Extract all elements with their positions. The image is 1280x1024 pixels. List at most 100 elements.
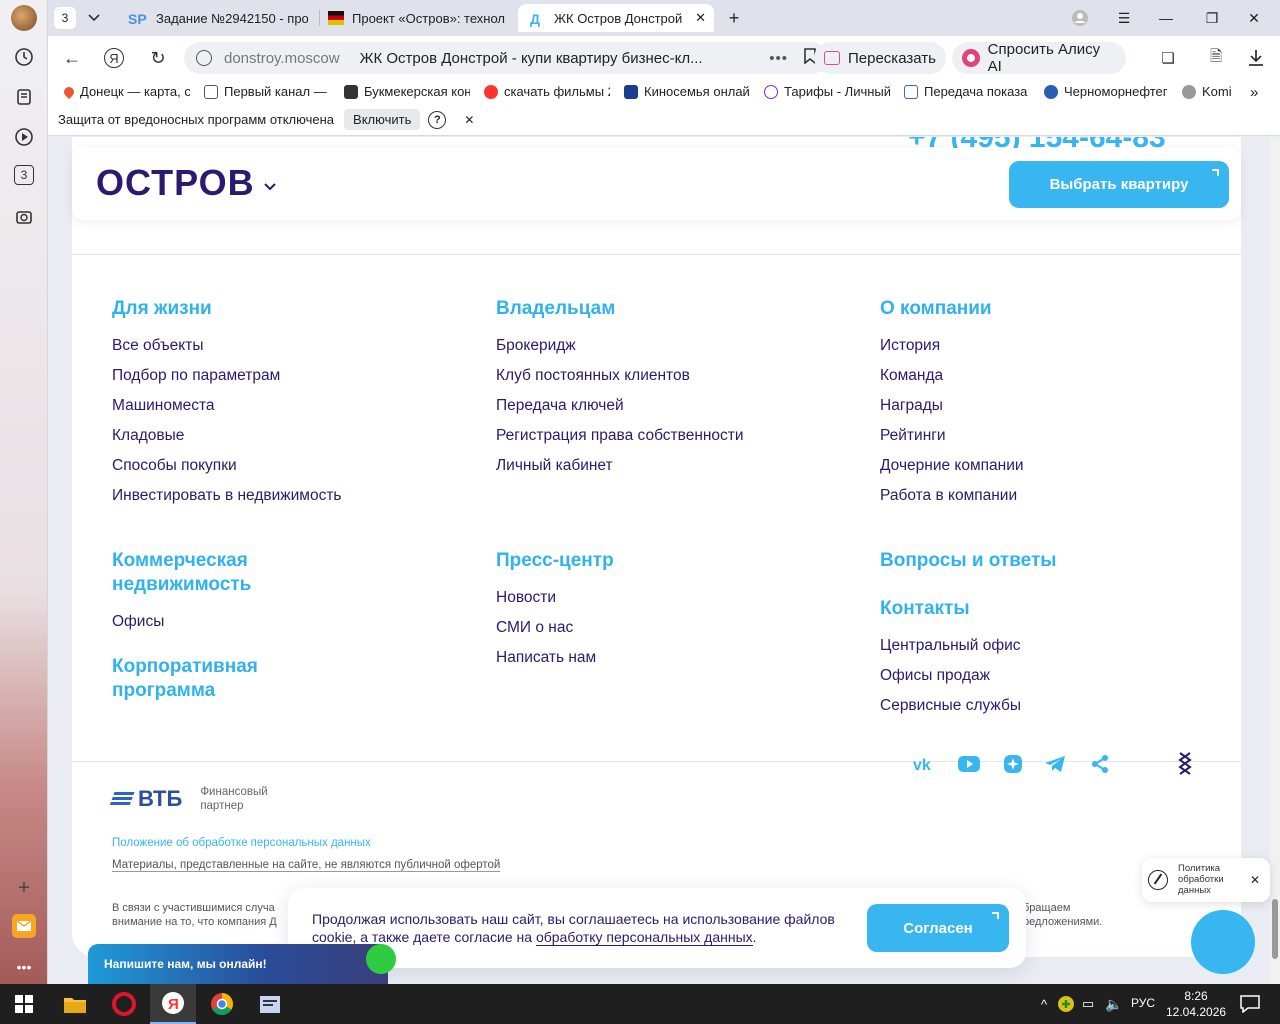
play-icon[interactable] xyxy=(12,125,36,149)
section-title[interactable]: Пресс-центр xyxy=(496,549,866,573)
footer-link[interactable]: Центральный офис xyxy=(880,631,1250,661)
add-panel-icon[interactable]: + xyxy=(12,876,36,900)
tab-task[interactable]: SP Задание №2942150 - про xyxy=(120,4,316,32)
footer-link[interactable]: Рейтинги xyxy=(880,421,1250,451)
profile-avatar[interactable] xyxy=(11,5,37,31)
choose-apartment-button[interactable]: Выбрать квартиру xyxy=(1009,161,1229,208)
reload-icon[interactable]: ↻ xyxy=(146,46,170,70)
scrollbar-thumb[interactable] xyxy=(1272,899,1278,959)
history-icon[interactable] xyxy=(12,45,36,69)
tabs-count-icon[interactable]: 3 xyxy=(14,165,34,185)
bookmark-4[interactable]: Киносемья онлай xyxy=(624,84,750,99)
notification-icon[interactable] xyxy=(1236,990,1264,1018)
windows-start-icon[interactable] xyxy=(10,990,38,1018)
footer-link[interactable]: История xyxy=(880,331,1250,361)
mail-icon[interactable] xyxy=(12,914,36,938)
tab-count-badge[interactable]: 3 xyxy=(54,7,76,29)
bookmark-2[interactable]: Букмекерская кон xyxy=(344,84,470,99)
disclaimer-link[interactable]: Материалы, представленные на сайте, не я… xyxy=(112,859,501,872)
footer-link[interactable]: Офисы xyxy=(112,607,482,637)
infobar-close-icon[interactable]: ✕ xyxy=(464,113,474,127)
footer-link[interactable]: Инвестировать в недвижимость xyxy=(112,481,482,511)
window-close-icon[interactable]: ✕ xyxy=(1244,8,1264,28)
chrome-icon[interactable] xyxy=(208,990,236,1018)
section-title[interactable]: Коммерческая недвижимость xyxy=(112,549,272,597)
dzen-icon[interactable] xyxy=(1000,751,1026,777)
app-icon[interactable] xyxy=(256,990,284,1018)
bookmark-7[interactable]: Черноморнефтег xyxy=(1044,84,1170,99)
footer-link[interactable]: Дочерние компании xyxy=(880,451,1250,481)
clock[interactable]: 8:26 12.04.2026 xyxy=(1166,988,1226,1020)
chevron-down-icon[interactable] xyxy=(84,8,104,28)
menu-icon[interactable]: ☰ xyxy=(1114,8,1134,28)
chevron-down-icon[interactable] xyxy=(264,178,276,196)
footer-link[interactable]: Команда xyxy=(880,361,1250,391)
footer-link[interactable]: Машиноместа xyxy=(112,391,482,421)
bookmark-8[interactable]: Komi xyxy=(1182,84,1252,99)
footer-link[interactable]: Брокеридж xyxy=(496,331,866,361)
footer-link[interactable]: Способы покупки xyxy=(112,451,482,481)
footer-link[interactable]: Офисы продаж xyxy=(880,661,1250,691)
account-icon[interactable] xyxy=(1070,8,1090,28)
footer-link[interactable]: Клуб постоянных клиентов xyxy=(496,361,866,391)
scrollbar[interactable] xyxy=(1270,137,1280,984)
network-icon[interactable]: ▭ xyxy=(1074,990,1102,1018)
vtb-partner[interactable]: ВТБ Финансовый партнер xyxy=(109,785,268,813)
footer-link[interactable]: Работа в компании xyxy=(880,481,1250,511)
enable-button[interactable]: Включить xyxy=(344,109,421,130)
donstroy-logo-icon[interactable] xyxy=(1172,751,1198,777)
site-info-icon[interactable] xyxy=(196,50,212,66)
screenshot-icon[interactable] xyxy=(12,205,36,229)
chat-circle-button[interactable] xyxy=(1191,910,1255,974)
footer-link[interactable]: Все объекты xyxy=(112,331,482,361)
footer-link[interactable]: Сервисные службы xyxy=(880,691,1250,721)
restore-icon[interactable]: ❐ xyxy=(1202,8,1222,28)
footer-link[interactable]: Награды xyxy=(880,391,1250,421)
agree-button[interactable]: Согласен xyxy=(867,904,1009,952)
new-tab-icon[interactable]: + xyxy=(724,8,744,28)
yandex-icon[interactable]: Я xyxy=(104,48,124,68)
telegram-icon[interactable] xyxy=(1042,751,1068,777)
collections-icon[interactable] xyxy=(12,85,36,109)
section-title[interactable]: Владельцам xyxy=(496,297,866,321)
bookmark-5[interactable]: Тарифы - Личный xyxy=(764,84,890,99)
vk-icon[interactable]: vk xyxy=(912,751,938,777)
policy-close-icon[interactable]: ✕ xyxy=(1250,873,1260,887)
footer-link[interactable]: Подбор по параметрам xyxy=(112,361,482,391)
tab-project[interactable]: Проект «Остров»: технол xyxy=(326,4,510,32)
share-icon[interactable] xyxy=(1087,751,1113,777)
tab-ostrov[interactable]: Д ЖК Остров Донстрой ✕ xyxy=(518,4,714,32)
retell-button[interactable]: Пересказать xyxy=(814,42,946,74)
section-title[interactable]: Вопросы и ответы xyxy=(880,549,1250,573)
footer-link[interactable]: Новости xyxy=(496,583,866,613)
section-title[interactable]: Контакты xyxy=(880,597,1250,621)
footer-link[interactable]: Передача ключей xyxy=(496,391,866,421)
policy-widget[interactable]: Политика обработки данных ✕ xyxy=(1142,858,1270,902)
section-title[interactable]: О компании xyxy=(880,297,1250,321)
protect-icon[interactable]: 🗎 xyxy=(1204,46,1228,70)
more-bookmarks-icon[interactable]: » xyxy=(1250,84,1258,101)
minimize-icon[interactable]: — xyxy=(1156,8,1176,28)
more-icon[interactable]: ••• xyxy=(12,955,36,979)
chat-banner[interactable]: Напишите нам, мы онлайн! xyxy=(88,944,396,984)
footer-link[interactable]: Кладовые xyxy=(112,421,482,451)
bookmark-0[interactable]: Донецк — карта, с xyxy=(64,84,190,99)
section-title[interactable]: Корпоративная программа xyxy=(112,655,272,703)
volume-icon[interactable]: 🔈 xyxy=(1100,990,1128,1018)
bookmark-3[interactable]: скачать фильмы 2 xyxy=(484,84,610,99)
footer-link[interactable]: Написать нам xyxy=(496,643,866,673)
back-icon[interactable]: ← xyxy=(60,46,84,70)
address-bar[interactable]: donstroy.moscow ЖК Остров Донстрой - куп… xyxy=(184,42,828,74)
footer-link[interactable]: Личный кабинет xyxy=(496,451,866,481)
privacy-policy-link[interactable]: Положение об обработке персональных данн… xyxy=(112,837,371,849)
bookmark-1[interactable]: Первый канал — с xyxy=(204,84,328,99)
youtube-icon[interactable] xyxy=(956,751,982,777)
download-icon[interactable] xyxy=(1244,46,1268,70)
alice-button[interactable]: Спросить Алису AI xyxy=(952,41,1126,75)
more-dots-icon[interactable]: ••• xyxy=(769,50,788,67)
personal-data-link[interactable]: обработку персональных данных xyxy=(535,929,753,946)
close-icon[interactable]: ✕ xyxy=(695,10,706,26)
yandex-browser-taskbar-icon[interactable]: Я xyxy=(150,984,196,1024)
language-indicator[interactable]: РУС xyxy=(1131,996,1155,1010)
help-icon[interactable]: ? xyxy=(428,110,447,129)
